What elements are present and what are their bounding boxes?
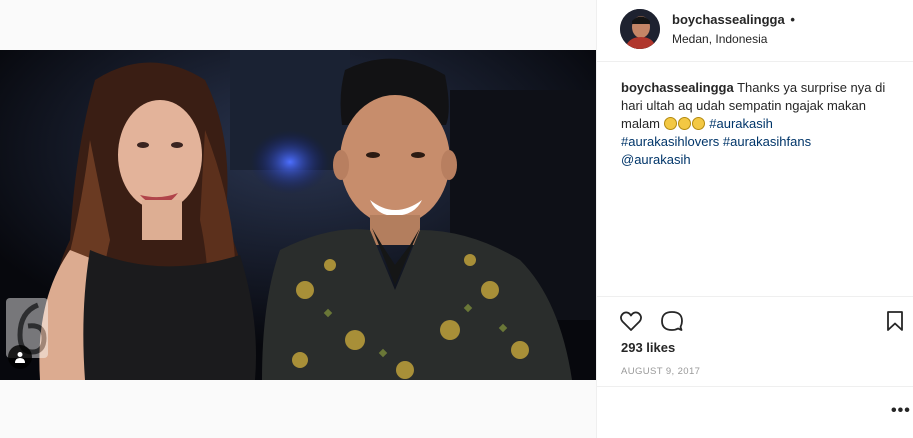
likes-count[interactable]: 293 likes [621,340,675,355]
heart-outline-icon [620,311,642,331]
post-photo[interactable] [0,50,596,380]
post-caption: boychassealingga Thanks ya surprise nya … [621,79,891,169]
smile-emoji-icon [691,117,705,130]
like-button[interactable] [617,307,645,335]
photo-illustration [0,50,596,380]
hashtag-aurakasihfans[interactable]: #aurakasihfans [723,134,811,149]
laughing-emoji-icon [677,117,691,130]
post-sidebar: boychassealingga • Medan, Indonesia boyc… [596,0,913,438]
bookmark-icon [887,311,903,331]
caption-username[interactable]: boychassealingga [621,80,734,95]
more-options-button[interactable]: ••• [891,402,911,420]
comment-bar [597,386,913,438]
hashtag-aurakasihlovers[interactable]: #aurakasihlovers [621,134,719,149]
header-username[interactable]: boychassealingga • [672,12,795,27]
emoji-group [663,116,706,131]
avatar-image [620,9,660,49]
save-button[interactable] [881,307,909,335]
follow-dot: • [790,12,795,27]
username-text[interactable]: boychassealingga [672,12,785,27]
location-link[interactable]: Medan, Indonesia [672,32,767,46]
post-date[interactable]: AUGUST 9, 2017 [621,366,700,377]
avatar[interactable] [620,9,660,49]
person-tag-icon [15,352,25,363]
post-header: boychassealingga • Medan, Indonesia [597,0,913,62]
media-pane [0,0,596,438]
speech-bubble-icon [661,311,683,331]
laughing-emoji-icon [663,117,677,130]
mention-aurakasih[interactable]: @aurakasih [621,152,691,167]
tag-people-button[interactable] [8,345,32,369]
action-bar [597,296,913,346]
comment-button[interactable] [658,307,686,335]
hashtag-aurakasih[interactable]: #aurakasih [709,116,773,131]
